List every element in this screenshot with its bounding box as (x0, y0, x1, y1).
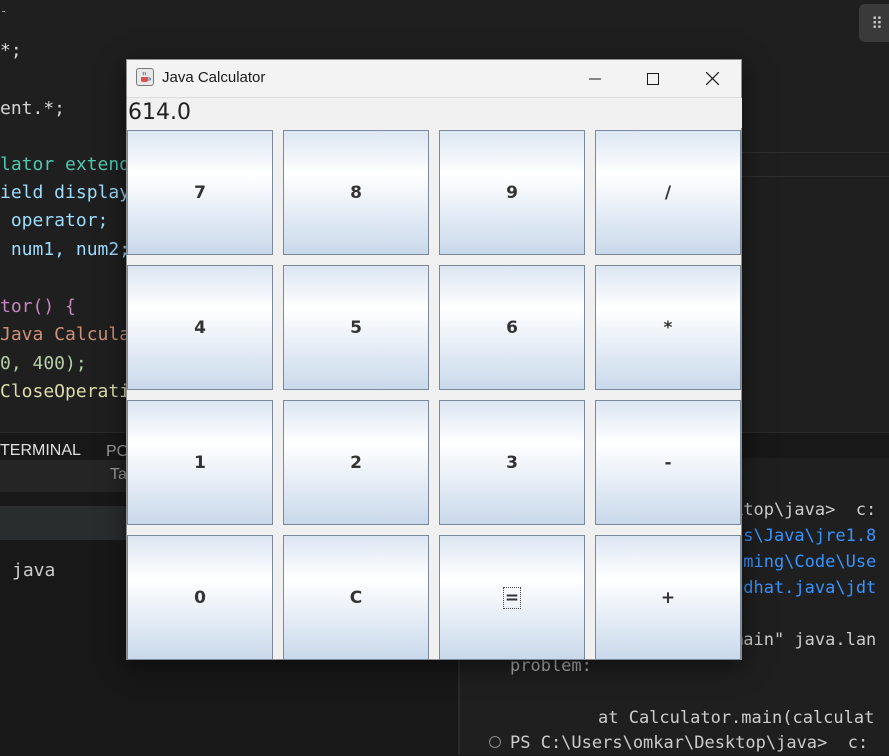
key-0[interactable]: 0 (127, 535, 273, 660)
key-subtract[interactable]: - (595, 400, 741, 525)
terminal-line: es\Java\jre1.8 (733, 526, 877, 546)
maximize-button[interactable] (630, 60, 676, 97)
key-3[interactable]: 3 (439, 400, 585, 525)
window-title: Java Calculator (162, 69, 266, 86)
key-add[interactable]: + (595, 535, 741, 660)
close-icon (705, 72, 719, 85)
key-1[interactable]: 1 (127, 400, 273, 525)
key-4[interactable]: 4 (127, 265, 273, 390)
terminal-prompt-line: PS C:\Users\omkar\Desktop\java> c: (510, 733, 869, 753)
terminal-line: edhat.java\jdt (733, 578, 877, 598)
key-7[interactable]: 7 (127, 130, 273, 255)
calculator-window: Java Calculator 614.0 7 8 9 / 4 5 6 * 1 … (126, 59, 742, 660)
code-line-10: CloseOperati (0, 381, 131, 402)
code-line-5: operator; (0, 210, 109, 231)
terminal-line: at Calculator.main(calculat (598, 708, 875, 728)
editor-divider (742, 152, 889, 153)
close-button[interactable] (689, 60, 735, 97)
key-8[interactable]: 8 (283, 130, 429, 255)
code-line-4: ield display (0, 182, 131, 203)
editor-divider (742, 176, 889, 177)
code-line-9: 0, 400); (0, 353, 87, 374)
code-line-6: num1, num2; (0, 239, 131, 260)
code-line-8: Java Calcula (0, 324, 131, 345)
code-line-2: ent.*; (0, 98, 66, 119)
code-line-3: lator extends (0, 154, 141, 175)
calculator-keypad: 7 8 9 / 4 5 6 * 1 2 3 - 0 C = + (127, 130, 741, 660)
calculator-display[interactable]: 614.0 (127, 98, 742, 128)
code-line-7: tor() { (0, 296, 76, 317)
terminal-line: main" java.lan (733, 630, 877, 650)
editor-fold-marker: - (0, 4, 8, 18)
key-equals[interactable]: = (439, 535, 585, 660)
terminal-line: ktop\java> c: (733, 500, 877, 520)
terminal-list-item-java[interactable]: java (12, 560, 55, 581)
key-9[interactable]: 9 (439, 130, 585, 255)
key-clear[interactable]: C (283, 535, 429, 660)
grid-dots-icon[interactable]: ⠿ (859, 4, 889, 42)
java-cup-icon (136, 68, 154, 86)
command-status-circle-icon (489, 736, 501, 748)
code-line-1: *; (0, 40, 22, 61)
key-6[interactable]: 6 (439, 265, 585, 390)
window-titlebar[interactable]: Java Calculator (127, 60, 741, 98)
maximize-icon (647, 72, 659, 85)
key-multiply[interactable]: * (595, 265, 741, 390)
key-5[interactable]: 5 (283, 265, 429, 390)
key-divide[interactable]: / (595, 130, 741, 255)
terminal-line: aming\Code\Use (733, 552, 877, 572)
tasks-label: Ta (110, 466, 127, 483)
minimize-button[interactable] (572, 60, 618, 97)
key-2[interactable]: 2 (283, 400, 429, 525)
minimize-icon (589, 78, 601, 79)
